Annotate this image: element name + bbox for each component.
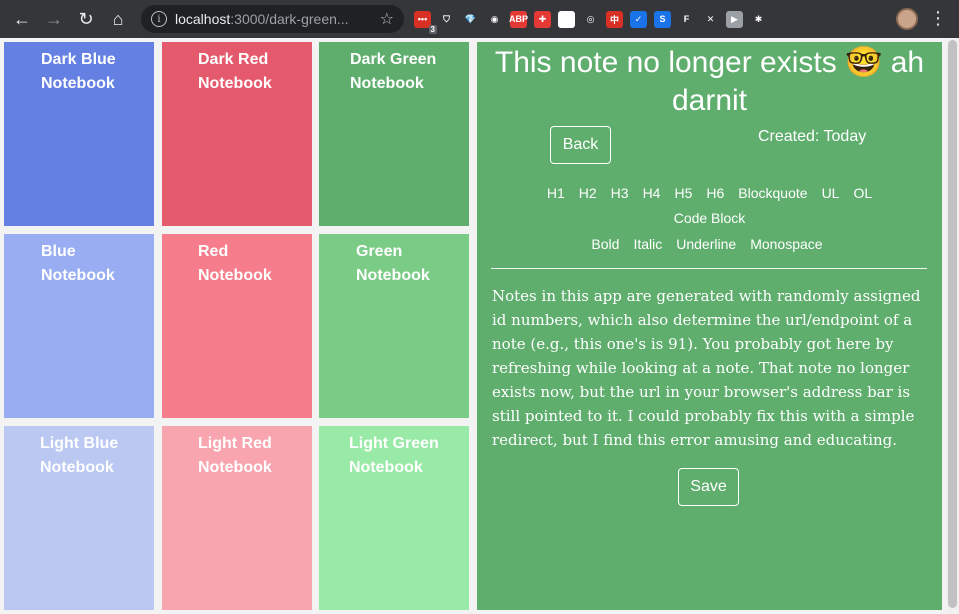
notebook-label: Notebook: [356, 267, 430, 284]
created-date: Created: Today: [758, 128, 867, 145]
check-icon[interactable]: ✓: [630, 10, 647, 28]
puzzle-icon[interactable]: ✱: [750, 10, 767, 28]
notebook-tile[interactable]: Blue Notebook: [4, 234, 154, 418]
notebook-name: Dark Red: [198, 51, 269, 68]
pocket-icon[interactable]: ⛉: [438, 10, 455, 28]
eye-icon[interactable]: ◎: [558, 10, 575, 28]
notebook-label: Notebook: [198, 459, 272, 476]
format-ol-button[interactable]: OL: [853, 185, 872, 201]
format-bold-button[interactable]: Bold: [591, 236, 619, 252]
extension-badge: 3: [428, 24, 437, 34]
note-panel: This note no longer exists 🤓 ah darnit B…: [477, 42, 942, 610]
format-blockquote-button[interactable]: Blockquote: [738, 185, 807, 201]
close-ext-icon[interactable]: ✕: [702, 10, 719, 28]
notebook-tile[interactable]: Green Notebook: [319, 234, 469, 418]
notebook-label: Notebook: [198, 267, 272, 284]
notebook-name: Blue: [41, 243, 76, 260]
menu-ext-icon[interactable]: ••• 3: [414, 10, 437, 34]
notebook-tile[interactable]: Light Blue Notebook: [4, 426, 154, 610]
notebook-name: Dark Blue: [41, 51, 116, 68]
adblock-icon[interactable]: ABP: [509, 10, 528, 28]
notebook-label: Notebook: [349, 459, 423, 476]
extensions-bar: ••• 3 ⛉ 💎 ◉ ABP ✚ ◎ ◎ 中 ✓ S F ✕ ▶ ✱: [414, 0, 767, 38]
format-h5-button[interactable]: H5: [674, 185, 692, 201]
puzzle-red-icon[interactable]: ✚: [534, 10, 551, 28]
notebook-label: Notebook: [350, 75, 424, 92]
notebook-grid: Dark Blue Notebook Dark Red Notebook Dark Gr…: [4, 42, 469, 610]
notebook-name: Dark Green: [350, 51, 437, 68]
notebook-tile[interactable]: Dark Red Notebook: [162, 42, 312, 226]
notebook-label: Notebook: [198, 75, 272, 92]
gem-icon[interactable]: 💎: [462, 10, 479, 28]
url-path: :3000/dark-green...: [230, 11, 349, 27]
format-ul-button[interactable]: UL: [822, 185, 840, 201]
owl-icon[interactable]: ◉: [486, 10, 503, 28]
format-italic-button[interactable]: Italic: [633, 236, 662, 252]
notebook-tile[interactable]: Light Red Notebook: [162, 426, 312, 610]
notebook-label: Notebook: [40, 459, 114, 476]
format-monospace-button[interactable]: Monospace: [750, 236, 822, 252]
bookmark-star-icon[interactable]: ☆: [380, 9, 394, 29]
browser-toolbar: ← → ↻ ⌂ i localhost:3000/dark-green... ☆…: [0, 0, 959, 38]
browser-menu-icon[interactable]: ⋮: [928, 8, 948, 29]
notebook-name: Light Green: [349, 435, 439, 452]
note-body[interactable]: Notes in this app are generated with ran…: [492, 284, 932, 452]
notebook-name: Green: [356, 243, 403, 260]
url-host: localhost: [175, 11, 231, 27]
format-underline-button[interactable]: Underline: [676, 236, 736, 252]
format-h6-button[interactable]: H6: [706, 185, 724, 201]
home-icon[interactable]: ⌂: [102, 0, 134, 38]
format-h1-button[interactable]: H1: [547, 185, 565, 201]
profile-avatar[interactable]: [896, 8, 918, 30]
toolbar-divider: [491, 268, 927, 269]
back-button[interactable]: Back: [550, 126, 611, 164]
target-icon[interactable]: ◎: [582, 10, 599, 28]
notebook-name: Light Red: [198, 435, 272, 452]
back-arrow-icon[interactable]: ←: [6, 0, 38, 38]
video-icon[interactable]: ▶: [726, 10, 743, 28]
notebook-tile[interactable]: Light Green Notebook: [319, 426, 469, 610]
inline-format-toolbar: Bold Italic Underline Monospace: [507, 236, 907, 252]
format-h3-button[interactable]: H3: [611, 185, 629, 201]
notebook-label: Notebook: [41, 75, 115, 92]
format-h2-button[interactable]: H2: [579, 185, 597, 201]
notebook-name: Red: [198, 243, 229, 260]
notebook-tile[interactable]: Red Notebook: [162, 234, 312, 418]
chinese-icon[interactable]: 中: [606, 10, 623, 28]
site-info-icon[interactable]: i: [151, 11, 167, 27]
address-bar[interactable]: i localhost:3000/dark-green... ☆: [141, 5, 404, 33]
notebook-label: Notebook: [41, 267, 115, 284]
save-button[interactable]: Save: [678, 468, 739, 506]
format-code-block-button[interactable]: Code Block: [674, 210, 746, 226]
forward-arrow-icon[interactable]: →: [38, 0, 70, 38]
block-format-toolbar: H1 H2 H3 H4 H5 H6 Blockquote UL OL Code Block: [522, 181, 897, 231]
scrollbar-thumb[interactable]: [948, 40, 957, 608]
url-text[interactable]: localhost:3000/dark-green...: [175, 11, 375, 27]
note-title: This note no longer exists 🤓 ah darnit: [494, 46, 925, 117]
reload-icon[interactable]: ↻: [70, 0, 102, 38]
notebook-tile[interactable]: Dark Blue Notebook: [4, 42, 154, 226]
f-icon[interactable]: F: [678, 10, 695, 28]
s-icon[interactable]: S: [654, 10, 671, 28]
format-h4-button[interactable]: H4: [643, 185, 661, 201]
notebook-name: Light Blue: [40, 435, 119, 452]
notebook-tile[interactable]: Dark Green Notebook: [319, 42, 469, 226]
